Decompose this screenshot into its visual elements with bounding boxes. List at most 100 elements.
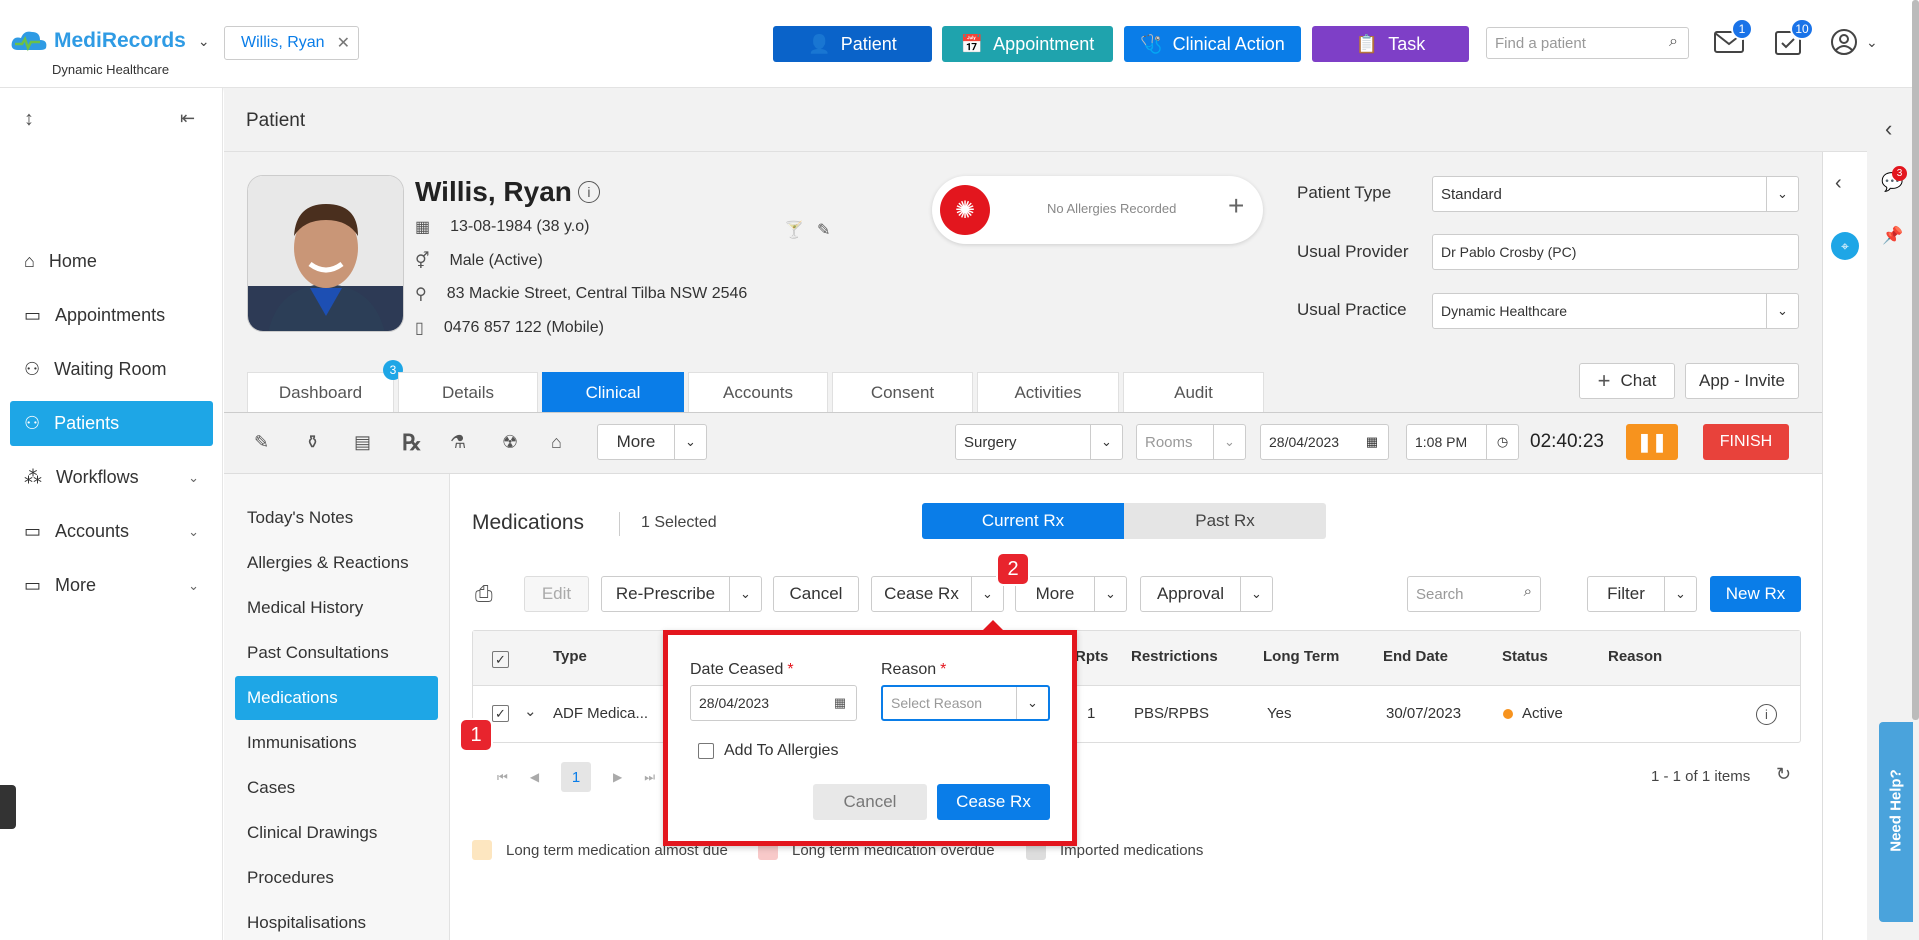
chevron-left-icon[interactable]: ‹ [1885,116,1892,142]
represcribe-button[interactable]: Re-Prescribe ⌄ [601,576,762,612]
bottle-icon[interactable]: ⚱ [305,432,320,453]
chevron-down-icon[interactable]: ⌄ [1664,577,1696,611]
last-page-icon[interactable]: ⏭ [644,770,655,785]
chevron-down-icon[interactable]: ⌄ [1240,577,1272,611]
popover-cancel-button[interactable]: Cancel [813,784,927,820]
surgery-select[interactable]: Surgery ⌄ [955,424,1123,460]
subnav-past-consultations[interactable]: Past Consultations [235,631,438,675]
smoking-icon[interactable]: ✎ [817,220,830,240]
sidebar-item-workflows[interactable]: ⁂ Workflows ⌄ [10,455,213,500]
info-icon[interactable]: i [577,181,600,203]
chart-doc-icon[interactable]: ▤ [354,432,371,453]
subnav-todays-notes[interactable]: Today's Notes [235,496,438,540]
alcohol-icon[interactable]: 🍸 [784,220,804,240]
cancel-rx-button[interactable]: Cancel [773,576,859,612]
subnav-medical-history[interactable]: Medical History [235,586,438,630]
collapse-sidebar-icon[interactable]: ⇤ [180,108,195,129]
chevron-down-icon[interactable]: ⌄ [1094,577,1126,611]
app-logo[interactable]: MediRecords ⌄ [10,28,210,54]
patient-chip[interactable]: Willis, Ryan ✕ [224,26,359,60]
chevron-down-icon[interactable]: ⌄ [524,702,537,720]
education-icon[interactable]: ⌂ [551,432,562,453]
calendar-icon[interactable]: ▦ [824,686,856,720]
chevron-left-icon[interactable]: ‹ [1835,172,1842,195]
approval-button[interactable]: Approval ⌄ [1140,576,1273,612]
tab-accounts[interactable]: Accounts [688,372,828,412]
chevron-down-icon[interactable]: ⌄ [729,577,761,611]
clinical-action-button[interactable]: 🩺 Clinical Action [1124,26,1301,62]
subnav-medications[interactable]: Medications [235,676,438,720]
usual-provider-field[interactable]: Dr Pablo Crosby (PC) [1432,234,1799,270]
add-to-allergies-checkbox[interactable] [698,743,714,759]
tab-clinical[interactable]: Clinical [542,372,684,412]
sidebar-item-more[interactable]: ▭ More ⌄ [10,563,213,608]
usual-practice-select[interactable]: Dynamic Healthcare ⌄ [1432,293,1799,329]
sidebar-item-patients[interactable]: ⚇ Patients [10,401,213,446]
page-number[interactable]: 1 [561,762,592,792]
find-patient-input[interactable]: Find a patient ⌕ [1486,27,1689,59]
prev-page-icon[interactable]: ◀ [530,770,539,784]
print-icon[interactable]: ⎙ [475,581,493,607]
clock-icon[interactable]: ◷ [1486,425,1518,459]
time-picker[interactable]: 1:08 PM ◷ [1406,424,1519,460]
lab-flask-icon[interactable]: ⚗ [450,432,466,453]
search-icon[interactable]: ⌕ [1669,33,1678,51]
more-rx-button[interactable]: More ⌄ [1015,576,1127,612]
side-drawer-handle[interactable] [0,785,16,829]
pin-icon[interactable]: 📌 [1882,226,1903,246]
patient-type-select[interactable]: Standard ⌄ [1432,176,1799,212]
info-icon[interactable]: i [1756,704,1777,725]
medications-search-input[interactable]: Search ⌕ [1407,576,1541,612]
tab-dashboard[interactable]: Dashboard [247,372,394,412]
new-patient-button[interactable]: 👤 Patient [773,26,932,62]
chevron-down-icon[interactable]: ⌄ [198,33,210,50]
cease-rx-button[interactable]: Cease Rx ⌄ [871,576,1004,612]
new-task-button[interactable]: 📋 Task [1312,26,1469,62]
refresh-icon[interactable]: ↻ [1776,764,1791,785]
subnav-allergies[interactable]: Allergies & Reactions [235,541,438,585]
pause-button[interactable]: ❚❚ [1626,424,1678,460]
past-rx-toggle[interactable]: Past Rx [1124,503,1326,539]
current-rx-toggle[interactable]: Current Rx [922,503,1124,539]
subnav-procedures[interactable]: Procedures [235,856,438,900]
edit-button[interactable]: Edit [524,576,589,612]
calendar-icon[interactable]: ▦ [1356,425,1388,459]
tab-details[interactable]: Details [398,372,538,412]
radiology-icon[interactable]: ☢ [502,432,518,453]
new-appointment-button[interactable]: 📅 Appointment [942,26,1113,62]
resize-vertical-icon[interactable]: ↕ [24,108,34,131]
new-rx-button[interactable]: New Rx [1710,576,1801,612]
app-invite-button[interactable]: App - Invite [1685,363,1799,399]
filter-button[interactable]: Filter ⌄ [1587,576,1697,612]
tab-consent[interactable]: Consent [832,372,973,412]
tab-activities[interactable]: Activities [977,372,1119,412]
prescription-icon[interactable]: ℞ [402,430,422,456]
subnav-clinical-drawings[interactable]: Clinical Drawings [235,811,438,855]
reason-select[interactable]: Select Reason ⌄ [881,685,1050,721]
subnav-cases[interactable]: Cases [235,766,438,810]
row-checkbox[interactable]: ✓ [492,705,509,722]
first-page-icon[interactable]: ⏮ [497,770,508,785]
search-icon[interactable]: ⌕ [1524,583,1532,600]
rooms-select[interactable]: Rooms ⌄ [1136,424,1246,460]
date-ceased-input[interactable]: 28/04/2023 ▦ [690,685,857,721]
add-allergy-icon[interactable]: + [1228,190,1244,222]
user-menu[interactable]: ⌄ [1830,28,1878,56]
edit-note-icon[interactable]: ✎ [254,432,269,453]
tag-icon[interactable]: ⌖ [1831,232,1859,260]
scrollbar[interactable] [1912,0,1919,720]
subnav-hospitalisations[interactable]: Hospitalisations [235,901,438,940]
mail-button[interactable]: 1 [1713,18,1753,58]
chat-button[interactable]: + Chat [1579,363,1675,399]
subnav-immunisations[interactable]: Immunisations [235,721,438,765]
need-help-tab[interactable]: Need Help? [1879,722,1913,922]
tab-audit[interactable]: Audit [1123,372,1264,412]
date-picker[interactable]: 28/04/2023 ▦ [1260,424,1389,460]
close-icon[interactable]: ✕ [337,33,350,53]
next-page-icon[interactable]: ▶ [613,770,622,784]
finish-button[interactable]: FINISH [1703,424,1789,460]
popover-cease-button[interactable]: Cease Rx [937,784,1050,820]
sidebar-item-home[interactable]: ⌂ Home [10,239,213,284]
sidebar-item-accounts[interactable]: ▭ Accounts ⌄ [10,509,213,554]
select-all-checkbox[interactable]: ✓ [492,651,509,668]
